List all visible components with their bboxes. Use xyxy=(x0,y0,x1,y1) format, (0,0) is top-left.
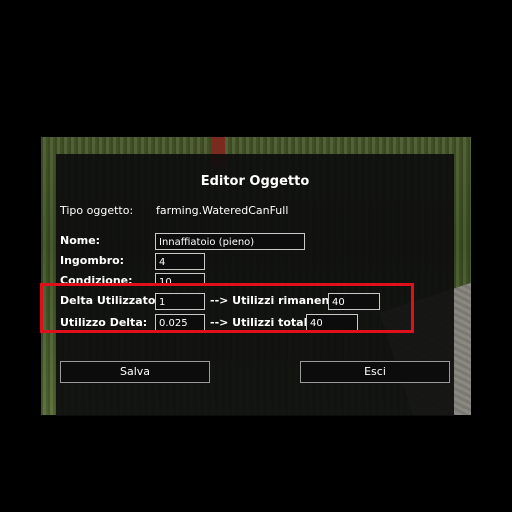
red-highlight-box xyxy=(40,283,414,333)
name-label: Nome: xyxy=(60,234,101,247)
item-type-value: farming.WateredCanFull xyxy=(156,204,289,217)
exit-button[interactable]: Esci xyxy=(300,361,450,383)
item-type-label: Tipo oggetto: xyxy=(60,204,134,217)
name-field[interactable]: Innaffiatoio (pieno) xyxy=(155,233,305,250)
dialog-title: Editor Oggetto xyxy=(200,174,310,189)
weight-label: Ingombro: xyxy=(60,254,125,267)
weight-field[interactable]: 4 xyxy=(155,253,205,270)
save-button[interactable]: Salva xyxy=(60,361,210,383)
